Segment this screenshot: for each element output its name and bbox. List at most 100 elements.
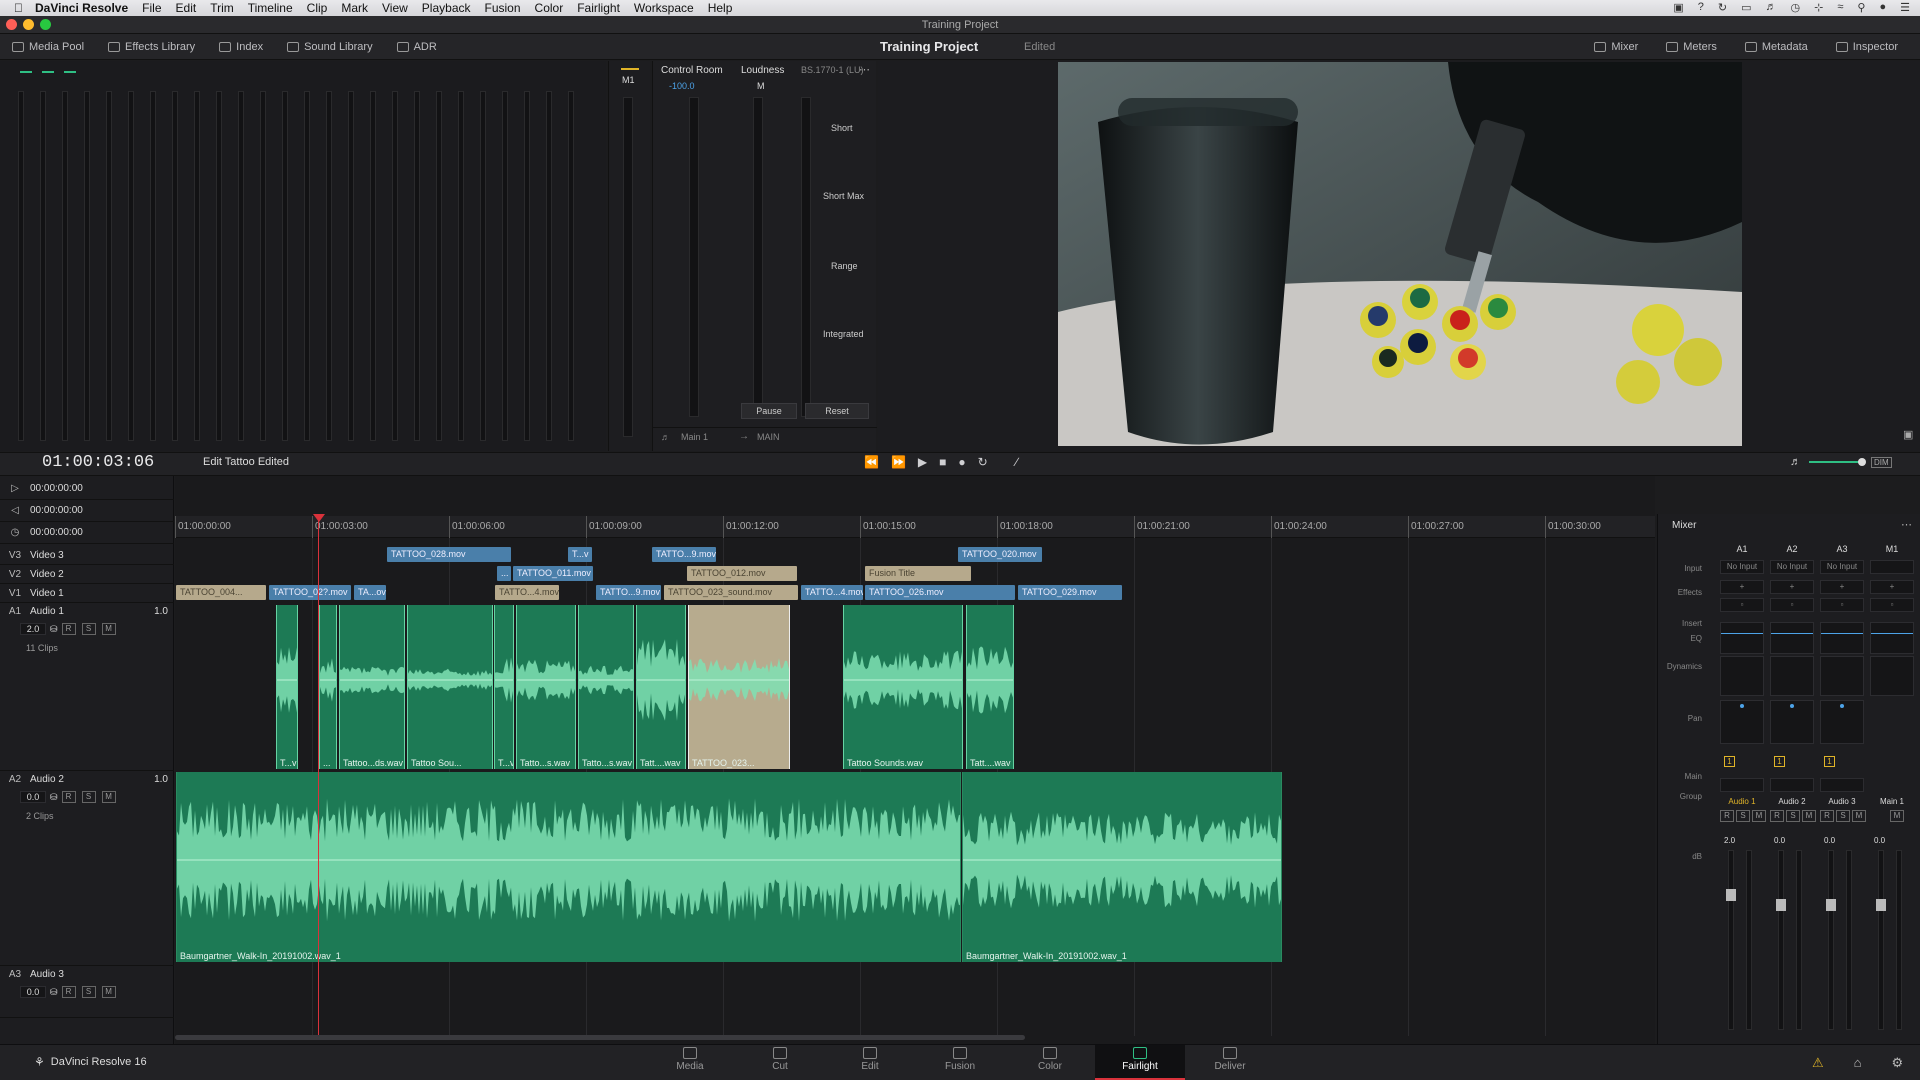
fast-forward-icon[interactable]: ⏩ [891,455,906,469]
video-clip[interactable]: TATTOO_02?.mov [269,585,351,600]
audio-clip[interactable]: Tattoo Sounds.wav [843,605,963,769]
fusion-title-clip[interactable]: Fusion Title [865,566,971,581]
audio-clip[interactable]: Tatto...s.wav [516,605,576,769]
main-output-label[interactable]: Main 1 [681,432,708,442]
effects-slot-a1[interactable]: + [1720,580,1764,594]
warning-icon[interactable]: ⚠ [1812,1055,1824,1071]
effects-slot-m1[interactable]: + [1870,580,1914,594]
solo-button[interactable]: S [1736,810,1750,822]
eq-graph-a3[interactable] [1820,622,1864,654]
insert-toggle-a2[interactable]: ▫ [1770,598,1814,612]
fader-track-a3[interactable] [1826,850,1836,1030]
input-select-a1[interactable]: No Input [1720,560,1764,574]
audio-clip[interactable]: Tatt....wav [636,605,686,769]
menu-help[interactable]: Help [708,1,733,15]
mute-button[interactable]: M [1890,810,1904,822]
fader-track-a2[interactable] [1776,850,1786,1030]
airplay-icon[interactable]: ▭ [1741,1,1751,14]
main-assign-a2[interactable]: 1 [1774,756,1785,767]
video-clip[interactable]: TATTOO_004... [176,585,266,600]
lock-icon[interactable]: ⛁ [50,624,58,635]
spotlight-icon[interactable]: ⚲ [1857,1,1865,14]
audio-clip[interactable]: Baumgartner_Walk-In_20191002.wav_1 [962,772,1282,962]
page-tab-edit[interactable]: Edit [825,1047,915,1072]
project-title[interactable]: Training Project [880,34,978,60]
audio-clip[interactable]: T...v [276,605,298,769]
track-header-v1[interactable]: V1 Video 1 [0,584,174,603]
meters-toggle-button[interactable]: Meters [1654,34,1729,60]
track-volume[interactable]: 2.0 [20,623,46,635]
pan-control-a3[interactable] [1820,700,1864,744]
track-header-a2[interactable]: A2 Audio 2 1.0 0.0 ⛁ R S M 2 Clips [0,771,174,966]
mute-button[interactable]: M [101,791,116,803]
record-arm-button[interactable]: R [61,623,76,635]
timeline-scrollbar[interactable] [175,1035,1025,1040]
index-button[interactable]: Index [207,34,275,59]
menu-clip[interactable]: Clip [307,1,328,15]
dynamics-graph-a3[interactable] [1820,656,1864,696]
track-header-a3[interactable]: A3 Audio 3 0.0 ⛁ R S M [0,966,174,1018]
bluetooth-icon[interactable]: ⊹ [1814,1,1823,14]
fader-track-a1[interactable] [1726,850,1736,1030]
track-header-a1[interactable]: A1 Audio 1 1.0 2.0 ⛁ R S M 11 Clips [0,603,174,771]
input-select-m1[interactable] [1870,560,1914,574]
minimize-window-button[interactable] [23,19,34,30]
main-assign-a1[interactable]: 1 [1724,756,1735,767]
page-tab-fusion[interactable]: Fusion [915,1047,1005,1072]
automation-icon[interactable]: ∕ [1016,455,1018,469]
zoom-window-button[interactable] [40,19,51,30]
audio-clip[interactable]: T...v [494,605,514,769]
page-tab-deliver[interactable]: Deliver [1185,1047,1275,1072]
play-icon[interactable]: ▶ [918,455,927,469]
audio-clip[interactable]: Tattoo Sou... [407,605,493,769]
loudness-standard[interactable]: BS.1770-1 (LU) [801,65,864,75]
menu-playback[interactable]: Playback [422,1,471,15]
volume-slider[interactable] [1809,458,1866,466]
wifi-icon[interactable]: ≈ [1837,1,1843,14]
menu-mark[interactable]: Mark [341,1,368,15]
input-select-a3[interactable]: No Input [1820,560,1864,574]
mute-button[interactable]: M [1802,810,1816,822]
settings-gear-icon[interactable]: ⚙ [1892,1055,1904,1071]
effects-slot-a3[interactable]: + [1820,580,1864,594]
menu-file[interactable]: File [142,1,161,15]
solo-button[interactable]: S [81,986,96,998]
dynamics-graph-m1[interactable] [1870,656,1914,696]
stop-icon[interactable]: ■ [939,455,946,469]
record-arm-button[interactable]: R [1770,810,1784,822]
group-cell-a2[interactable] [1770,778,1814,792]
video-clip[interactable]: TATTOO_029.mov [1018,585,1122,600]
audio-clip[interactable]: Tattoo...ds.wav [339,605,405,769]
video-clip[interactable]: TATTO...9.mov [596,585,661,600]
group-cell-a1[interactable] [1720,778,1764,792]
timeline-selector[interactable]: Edit Tattoo Edited [203,456,289,468]
sync-icon[interactable]: ↻ [1718,1,1727,14]
adr-button[interactable]: ADR [385,34,449,59]
inspector-button[interactable]: Inspector [1824,34,1910,60]
menu-workspace[interactable]: Workspace [634,1,694,15]
video-clip[interactable]: TATTOO_011.mov [513,566,593,581]
apple-icon[interactable]:  [14,1,23,15]
insert-toggle-a3[interactable]: ▫ [1820,598,1864,612]
group-cell-a3[interactable] [1820,778,1864,792]
time-machine-icon[interactable]: ◷ [1791,1,1801,14]
video-preview[interactable] [1058,62,1742,446]
eq-graph-m1[interactable] [1870,622,1914,654]
app-menu[interactable]: DaVinci Resolve [35,1,128,15]
mixer-options-icon[interactable]: ⋯ [1901,518,1912,531]
video-clip[interactable]: T...v [568,547,592,562]
mute-button[interactable]: M [1852,810,1866,822]
page-tab-color[interactable]: Color [1005,1047,1095,1072]
video-clip[interactable]: ... [497,566,511,581]
record-arm-button[interactable]: R [61,986,76,998]
menu-fusion[interactable]: Fusion [485,1,521,15]
record-arm-button[interactable]: R [61,791,76,803]
video-clip[interactable]: TATTOO_020.mov [958,547,1042,562]
menu-edit[interactable]: Edit [176,1,197,15]
eq-graph-a1[interactable] [1720,622,1764,654]
playhead-handle[interactable] [313,514,325,522]
video-clip[interactable]: TATTOO_028.mov [387,547,511,562]
mute-button[interactable]: M [1752,810,1766,822]
pan-control-a1[interactable] [1720,700,1764,744]
audio-clip[interactable]: TATTOO_023... [688,605,790,769]
